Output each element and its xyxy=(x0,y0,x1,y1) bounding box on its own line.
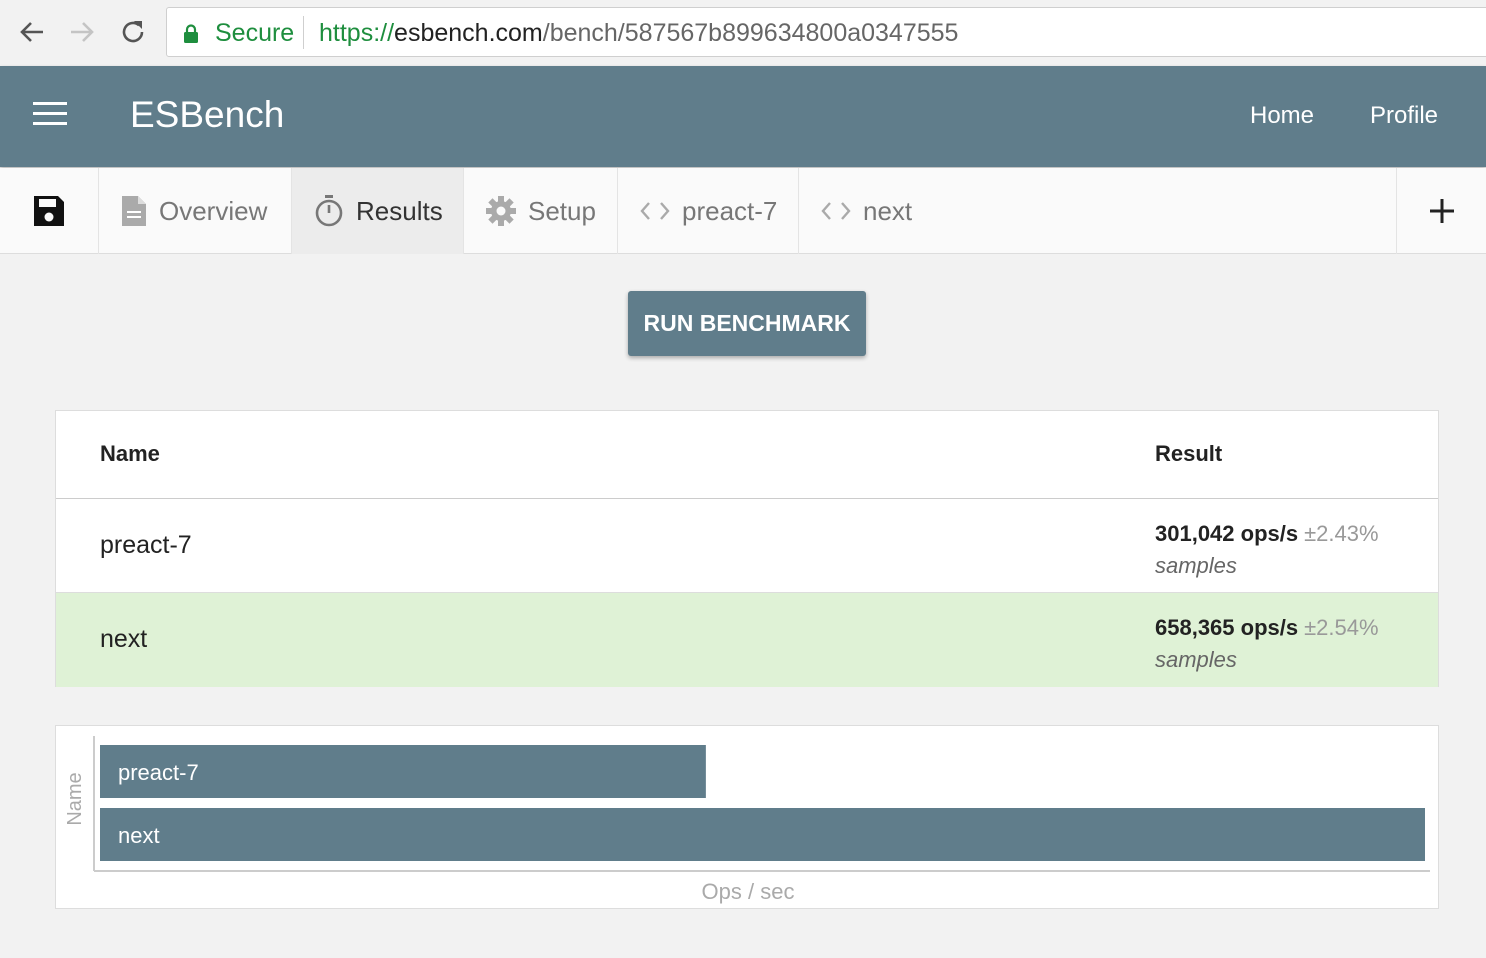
app-header: ESBench Home Profile xyxy=(0,66,1486,167)
table-row-winner: next 658,365 ops/s ±2.54% samples xyxy=(56,593,1438,687)
save-button[interactable] xyxy=(0,168,99,254)
tab-overview[interactable]: Overview xyxy=(99,168,292,254)
stopwatch-icon xyxy=(314,194,344,228)
row-name: preact-7 xyxy=(100,531,192,559)
address-divider xyxy=(303,16,304,49)
samples-label: samples xyxy=(1155,553,1237,578)
document-icon xyxy=(121,195,147,227)
column-header-name: Name xyxy=(100,441,160,466)
table-header-row: Name Result xyxy=(56,411,1438,499)
table-row: preact-7 301,042 ops/s ±2.43% samples xyxy=(56,499,1438,593)
back-button[interactable] xyxy=(14,14,50,50)
row-name: next xyxy=(100,625,148,653)
row-result: 301,042 ops/s ±2.43% samples xyxy=(1155,521,1379,579)
menu-icon[interactable] xyxy=(33,102,67,126)
url-path: /bench/587567b899634800a0347555 xyxy=(542,19,959,47)
tab-overview-label: Overview xyxy=(159,195,268,226)
secure-label: Secure xyxy=(215,19,295,47)
bar-chart: Name Ops / sec preact-7 next xyxy=(64,736,1430,904)
reload-button[interactable] xyxy=(115,14,151,50)
tab-results-label: Results xyxy=(356,195,443,226)
column-header-result: Result xyxy=(1155,441,1223,466)
row-result: 658,365 ops/s ±2.54% samples xyxy=(1155,615,1379,673)
margin-of-error: ±2.54% xyxy=(1304,615,1379,640)
forward-button[interactable] xyxy=(64,14,100,50)
address-bar[interactable]: Secure https://esbench.com/bench/587567b… xyxy=(166,7,1486,57)
ops-value: 301,042 ops/s xyxy=(1155,521,1299,546)
results-chart: Name Ops / sec preact-7 next xyxy=(55,725,1439,909)
tab-bar: Overview Results Setup preact-7 next xyxy=(0,168,1486,254)
results-table: Name Result preact-7 301,042 ops/s ±2.43%… xyxy=(55,410,1439,687)
arrow-left-icon xyxy=(20,22,43,42)
bar-group: preact-7 next xyxy=(100,745,1425,861)
bar-label-next: next xyxy=(118,823,160,848)
nav-home-link[interactable]: Home xyxy=(1250,102,1314,130)
tab-next-label: next xyxy=(863,195,913,226)
ops-value: 658,365 ops/s xyxy=(1155,615,1299,640)
tab-preact-7[interactable]: preact-7 xyxy=(618,168,799,254)
nav-profile-link[interactable]: Profile xyxy=(1370,102,1438,130)
browser-toolbar: Secure https://esbench.com/bench/587567b… xyxy=(0,0,1486,66)
gear-icon xyxy=(486,196,516,226)
brand-title[interactable]: ESBench xyxy=(130,94,284,136)
arrow-right-icon xyxy=(71,22,94,42)
y-axis-label: Name xyxy=(64,772,86,825)
tab-preact-7-label: preact-7 xyxy=(682,195,778,226)
margin-of-error: ±2.43% xyxy=(1304,521,1379,546)
url-text: https://esbench.com/bench/587567b8996348… xyxy=(319,19,958,48)
tab-results[interactable]: Results xyxy=(292,168,464,254)
lock-icon xyxy=(184,24,198,43)
reload-icon xyxy=(122,21,144,43)
url-scheme: https:// xyxy=(319,19,395,47)
tab-setup[interactable]: Setup xyxy=(464,168,618,254)
bar-label-preact-7: preact-7 xyxy=(118,760,199,785)
tab-setup-label: Setup xyxy=(528,195,596,226)
run-benchmark-button[interactable]: RUN BENCHMARK xyxy=(628,291,866,356)
plus-icon xyxy=(1429,199,1454,223)
add-tab-button[interactable] xyxy=(1396,168,1486,254)
tab-next[interactable]: next xyxy=(799,168,919,254)
code-icon xyxy=(640,200,670,222)
samples-label: samples xyxy=(1155,647,1237,672)
bar-next xyxy=(100,808,1425,861)
code-icon xyxy=(821,200,851,222)
x-axis-label: Ops / sec xyxy=(702,879,795,904)
floppy-disk-icon xyxy=(34,196,64,226)
url-host: esbench.com xyxy=(394,19,543,47)
